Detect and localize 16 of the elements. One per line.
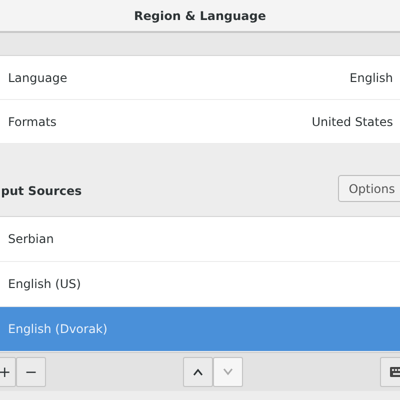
settings-row[interactable]: Formats United States [0,100,400,144]
input-source-row[interactable]: Serbian [0,217,400,262]
settings-row[interactable]: Language English [0,56,400,100]
setting-value: English [350,70,393,84]
setting-label: Language [8,70,68,84]
chevron-up-icon [192,368,204,376]
move-up-button[interactable] [183,357,213,387]
setting-value: United States [312,114,393,128]
add-button[interactable]: + [0,357,16,387]
remove-button[interactable]: − [16,357,46,387]
window-title: Region & Language [134,8,266,22]
options-button[interactable]: Options [338,175,400,202]
chevron-down-icon [222,368,234,376]
setting-label: Formats [8,114,57,128]
section-heading: put Sources [1,184,82,200]
keyboard-icon [390,367,400,377]
